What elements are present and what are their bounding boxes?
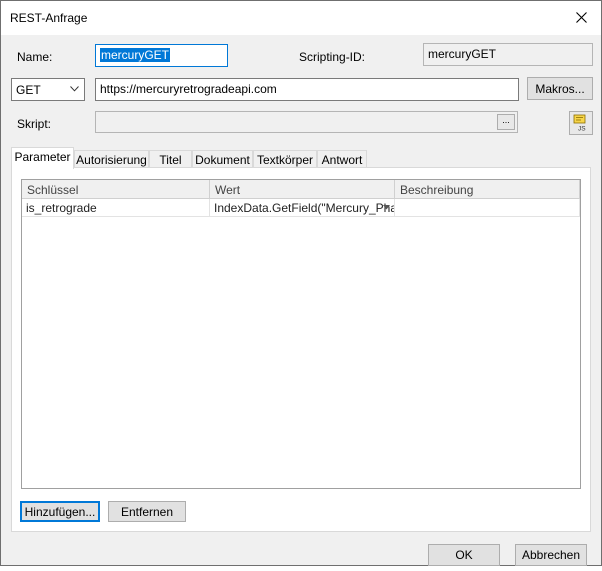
row-value-cell[interactable]: IndexData.GetField("Mercury_Phas <box>210 199 395 217</box>
scripting-id-field: mercuryGET <box>423 43 593 66</box>
url-input[interactable]: https://mercuryretrogradeapi.com <box>95 78 519 101</box>
chevron-down-icon <box>70 86 79 92</box>
window-title: REST-Anfrage <box>10 11 88 25</box>
row-value-text: IndexData.GetField("Mercury_Phas <box>214 201 395 215</box>
javascript-icon: JS <box>573 114 586 133</box>
makros-button[interactable]: Makros... <box>527 77 593 100</box>
title-bar: REST-Anfrage <box>1 1 601 35</box>
parameter-table: Schlüssel Wert Beschreibung is_retrograd… <box>21 179 581 489</box>
ok-button[interactable]: OK <box>428 544 500 566</box>
tab-parameter[interactable]: Parameter <box>11 147 74 169</box>
column-header-value[interactable]: Wert <box>210 180 395 199</box>
row-description-cell[interactable] <box>395 199 580 217</box>
column-header-description[interactable]: Beschreibung <box>395 180 580 199</box>
name-input[interactable]: mercuryGET <box>95 44 228 67</box>
name-label: Name: <box>17 50 53 64</box>
scripting-id-label: Scripting-ID: <box>299 50 366 64</box>
remove-button[interactable]: Entfernen <box>108 501 186 522</box>
close-button[interactable] <box>561 1 601 34</box>
background-strip <box>0 566 602 571</box>
column-header-key[interactable]: Schlüssel <box>22 180 210 199</box>
add-button[interactable]: Hinzufügen... <box>20 501 100 522</box>
table-header: Schlüssel Wert Beschreibung <box>22 180 580 199</box>
method-select[interactable]: GET <box>11 78 85 101</box>
skript-browse-button[interactable]: ... <box>497 114 515 130</box>
row-key-cell[interactable]: is_retrograde <box>22 199 210 217</box>
close-icon <box>575 12 587 23</box>
js-script-button[interactable]: JS <box>569 111 593 135</box>
name-input-value: mercuryGET <box>100 48 171 62</box>
dropdown-arrow-icon[interactable] <box>383 205 390 210</box>
method-select-value: GET <box>16 83 41 97</box>
rest-request-dialog: REST-Anfrage Name: mercuryGET Scripting-… <box>0 0 602 566</box>
skript-label: Skript: <box>17 117 52 131</box>
parameter-panel: Schlüssel Wert Beschreibung is_retrograd… <box>11 167 591 532</box>
skript-field: ... <box>95 111 518 133</box>
js-icon-label: JS <box>578 126 586 133</box>
cancel-button[interactable]: Abbrechen <box>515 544 587 566</box>
table-row[interactable]: is_retrograde IndexData.GetField("Mercur… <box>22 199 580 217</box>
